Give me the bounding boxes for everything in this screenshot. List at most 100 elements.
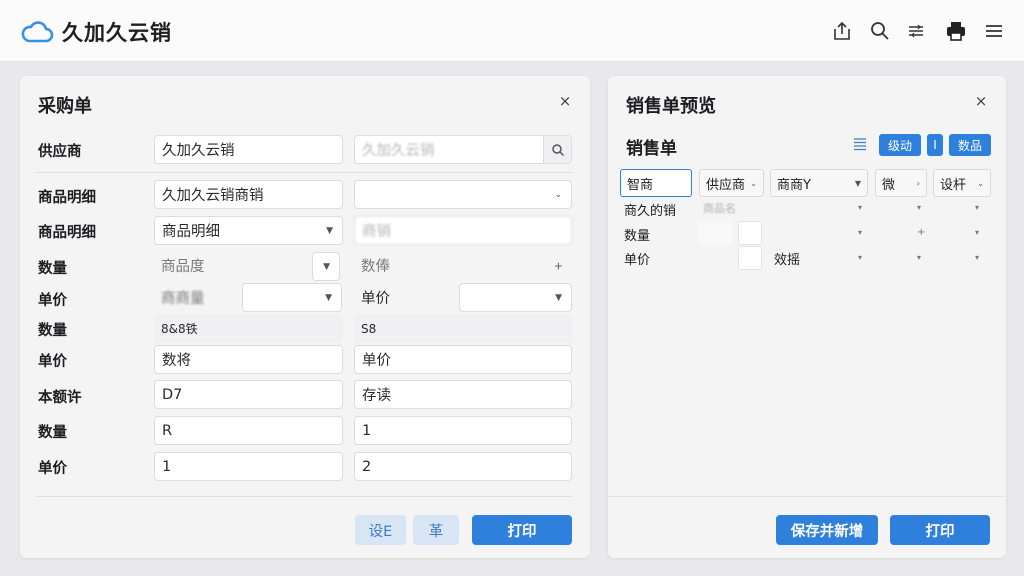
quantity-stepper[interactable]: 数俸 +: [354, 251, 572, 280]
filter-icon[interactable]: [904, 19, 928, 43]
action-button[interactable]: I: [927, 134, 943, 156]
export-icon[interactable]: [830, 19, 854, 43]
grid-header-cell[interactable]: 智商: [620, 169, 692, 197]
quantity-field[interactable]: 商品度: [154, 251, 304, 280]
cell-label: 商商Y: [777, 177, 811, 193]
chevron-down-icon[interactable]: ▾: [858, 203, 862, 212]
product-detail-select[interactable]: ⌄: [354, 180, 572, 209]
close-icon[interactable]: ×: [556, 92, 574, 110]
chevron-down-icon: ⌄: [554, 189, 562, 200]
grid-cell[interactable]: [738, 246, 762, 270]
caret-down-icon: ▼: [325, 292, 332, 303]
grid-cell[interactable]: [699, 221, 732, 245]
caret-down-icon: ▼: [854, 178, 861, 188]
grid-header-cell[interactable]: 商商Y ▼: [770, 169, 868, 197]
chevron-down-icon[interactable]: ▾: [917, 203, 921, 212]
grid-row-label: 商久的销: [624, 204, 677, 219]
print-button[interactable]: 打印: [890, 515, 990, 545]
grid-row-label: 单价: [624, 253, 651, 268]
grid-cell[interactable]: [738, 221, 762, 245]
unit-price-value-input[interactable]: 1: [154, 452, 343, 481]
row-label: 商品明细: [38, 225, 96, 241]
cloud-icon: [21, 21, 54, 43]
chevron-down-icon[interactable]: ▾: [975, 203, 979, 212]
sales-order-preview-panel: 销售单预览 × 销售单 级动 I 数品 智商 供应商 ⌄ 商商Y ▼ 微 › 设杆 ⌄ …: [608, 76, 1006, 558]
quantity-dropdown[interactable]: ▼: [312, 252, 340, 281]
divider: [36, 172, 572, 173]
unit-price-value-input-2[interactable]: 2: [354, 452, 572, 481]
grid-header-cell[interactable]: 微 ›: [875, 169, 927, 197]
product-detail-input[interactable]: 久加久云销商销: [154, 180, 343, 209]
list-icon[interactable]: [852, 136, 868, 152]
row-label: 商品明细: [38, 190, 96, 206]
action-button[interactable]: 级动: [879, 134, 921, 156]
save-and-new-button[interactable]: 保存并新增: [776, 515, 878, 545]
product-detail-field[interactable]: 商销: [354, 216, 572, 245]
stepper-value: 数俸: [361, 259, 390, 275]
chevron-down-icon: ⌄: [750, 178, 757, 188]
amount-input-2[interactable]: 存读: [354, 380, 572, 409]
caret-down-icon: ▼: [323, 261, 330, 272]
cell-label: 设杆: [940, 177, 967, 193]
quantity-input[interactable]: R: [154, 416, 343, 445]
printer-icon[interactable]: [944, 19, 968, 43]
chevron-down-icon: ⌄: [977, 178, 984, 188]
unit-price-dropdown[interactable]: ▼: [242, 283, 342, 312]
print-button[interactable]: 打印: [472, 515, 572, 545]
cell-label: 微: [882, 177, 896, 193]
quantity-readonly: 8&8铁: [154, 314, 343, 343]
row-label: 单价: [38, 293, 67, 309]
row-label: 数量: [38, 261, 67, 277]
unit-price-label-field: 单价: [361, 291, 390, 307]
quantity-readonly-2: S8: [354, 314, 572, 343]
search-button[interactable]: [543, 136, 571, 163]
row-label: 供应商: [38, 144, 82, 160]
grid-cell-value: 效摇: [774, 253, 801, 268]
unit-price-input[interactable]: 数将: [154, 345, 343, 374]
panel-title: 采购单: [38, 96, 92, 117]
row-label: 单价: [38, 461, 67, 477]
purchase-order-panel: 采购单 × 供应商 久加久云销 久加久云销 商品明细 久加久云销商销 ⌄ 商品明…: [20, 76, 590, 558]
search-icon: [551, 143, 564, 156]
grid-cell-value: 商品名: [703, 202, 736, 215]
grid-row-label: 数量: [624, 229, 651, 244]
unit-price-input-2[interactable]: 单价: [354, 345, 572, 374]
section-title: 销售单: [626, 139, 677, 159]
grid-header-cell[interactable]: 设杆 ⌄: [933, 169, 991, 197]
settings-button[interactable]: 设E: [355, 515, 406, 545]
unit-price-field[interactable]: 商商量: [154, 283, 244, 312]
search-icon[interactable]: [868, 19, 892, 43]
chevron-down-icon[interactable]: ▾: [858, 253, 862, 262]
caret-down-icon: ▼: [555, 292, 562, 303]
menu-icon[interactable]: [982, 19, 1006, 43]
product-detail-dropdown[interactable]: 商品明细 ▼: [154, 216, 343, 245]
cell-label: 供应商: [706, 177, 746, 193]
secondary-button[interactable]: 革: [413, 515, 459, 545]
dropdown-value: 商品明细: [162, 224, 220, 240]
row-label: 本额许: [38, 390, 82, 406]
row-label: 数量: [38, 425, 67, 441]
supplier-search-input[interactable]: 久加久云销: [354, 135, 572, 164]
plus-icon[interactable]: +: [917, 227, 925, 238]
chevron-right-icon: ›: [916, 178, 920, 188]
action-button[interactable]: 数品: [949, 134, 991, 156]
grid-header-cell[interactable]: 供应商 ⌄: [699, 169, 764, 197]
chevron-down-icon[interactable]: ▾: [858, 228, 862, 237]
chevron-down-icon[interactable]: ▾: [917, 253, 921, 262]
chevron-down-icon[interactable]: ▾: [975, 253, 979, 262]
search-value: 久加久云销: [362, 143, 435, 159]
unit-price-select[interactable]: ▼: [459, 283, 572, 312]
divider: [608, 496, 1006, 497]
plus-icon[interactable]: +: [554, 259, 563, 272]
quantity-input-2[interactable]: 1: [354, 416, 572, 445]
supplier-input[interactable]: 久加久云销: [154, 135, 343, 164]
chevron-down-icon[interactable]: ▾: [975, 228, 979, 237]
row-label: 单价: [38, 354, 67, 370]
app-logo: 久加久云销: [20, 18, 172, 46]
top-bar: 久加久云销: [0, 0, 1024, 62]
row-label: 数量: [38, 323, 67, 339]
close-icon[interactable]: ×: [972, 92, 990, 110]
divider: [36, 496, 572, 497]
amount-input[interactable]: D7: [154, 380, 343, 409]
caret-down-icon: ▼: [326, 225, 333, 236]
